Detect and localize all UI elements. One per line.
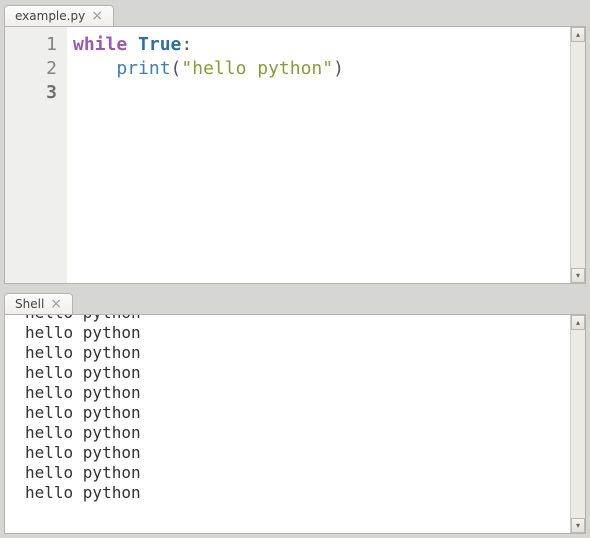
shell-output-line: hello python [25, 315, 564, 323]
scroll-up-button[interactable]: ▴ [571, 27, 585, 42]
chevron-up-icon: ▴ [576, 318, 580, 327]
chevron-up-icon: ▴ [576, 30, 580, 39]
editor-gutter: 123 [5, 27, 67, 283]
code-line-1: while True: [73, 33, 564, 57]
editor-tab-bar: example.py × [0, 0, 590, 26]
token-bool: True [138, 34, 181, 55]
scroll-up-button[interactable]: ▴ [571, 315, 585, 330]
scroll-down-button[interactable]: ▾ [571, 518, 585, 533]
shell-scrollbar[interactable]: ▴ ▾ [570, 315, 585, 533]
token-paren-close: ) [333, 58, 344, 79]
chevron-down-icon: ▾ [576, 521, 580, 530]
editor-tab[interactable]: example.py × [4, 5, 114, 26]
shell-tab-label: Shell [15, 297, 44, 311]
shell-tab-bar: Shell × [0, 288, 590, 314]
scrollbar-track[interactable] [571, 330, 585, 518]
gutter-line-number: 2 [5, 57, 57, 81]
editor-viewport: 123 while True: print("hello python") ▴ … [4, 26, 586, 284]
shell-pane: Shell × hello pythonhello pythonhello py… [0, 288, 590, 538]
shell-output-line: hello python [25, 363, 564, 383]
token-builtin: print [116, 58, 170, 79]
close-icon[interactable]: × [48, 297, 64, 311]
shell-viewport: hello pythonhello pythonhello pythonhell… [4, 314, 586, 534]
shell-output-line: hello python [25, 323, 564, 343]
close-icon[interactable]: × [89, 9, 105, 23]
shell-output-line: hello python [25, 463, 564, 483]
editor-pane: example.py × 123 while True: print("hell… [0, 0, 590, 288]
shell-output-line: hello python [25, 443, 564, 463]
token-paren-open: ( [171, 58, 182, 79]
shell-output-line: hello python [25, 423, 564, 443]
shell-tab[interactable]: Shell × [4, 293, 73, 314]
scroll-down-button[interactable]: ▾ [571, 268, 585, 283]
shell-output-line: hello python [25, 483, 564, 503]
shell-output-line: hello python [25, 383, 564, 403]
token-string: "hello python" [181, 58, 333, 79]
gutter-line-number: 1 [5, 33, 57, 57]
editor-content[interactable]: while True: print("hello python") [67, 27, 570, 283]
shell-output-line: hello python [25, 343, 564, 363]
scrollbar-track[interactable] [571, 42, 585, 268]
code-line-2: print("hello python") [73, 57, 564, 81]
editor-scrollbar[interactable]: ▴ ▾ [570, 27, 585, 283]
shell-content[interactable]: hello pythonhello pythonhello pythonhell… [5, 315, 570, 533]
chevron-down-icon: ▾ [576, 271, 580, 280]
gutter-line-number: 3 [5, 81, 57, 105]
token-keyword: while [73, 34, 127, 55]
token-colon: : [181, 34, 192, 55]
shell-output-line: hello python [25, 403, 564, 423]
editor-tab-label: example.py [15, 9, 85, 23]
